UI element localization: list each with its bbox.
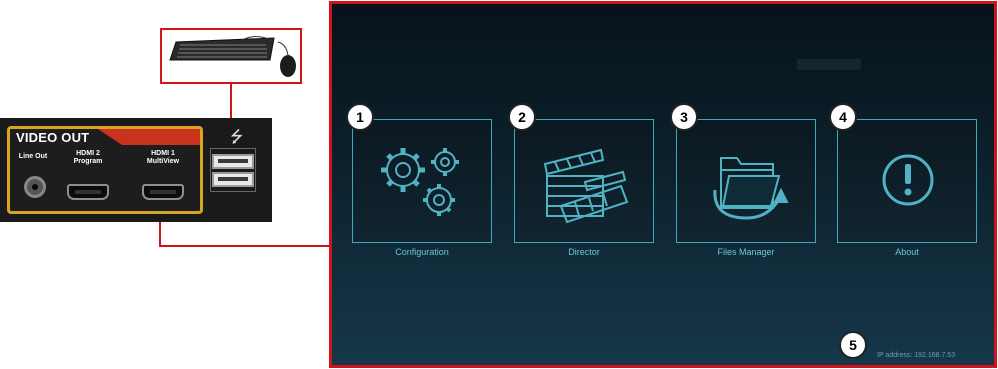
info-exclamation-icon: [882, 154, 934, 206]
hdmi2-port: [67, 184, 109, 200]
video-out-frame: VIDEO OUT Line Out HDMI 2 Program HDMI 1…: [7, 126, 203, 214]
callout-badge-5: 5: [839, 331, 867, 359]
hdmi2-label: HDMI 2 Program: [73, 150, 103, 165]
callout-badge-2: 2: [508, 103, 536, 131]
callout-badge-3: 3: [670, 103, 698, 131]
configuration-label: Configuration: [395, 247, 449, 257]
screen-title-placeholder: [797, 59, 861, 70]
keyboard-mouse-callout: [160, 28, 302, 84]
folder-icon: [713, 157, 789, 220]
about-label: About: [895, 247, 919, 257]
main-menu-screen: Configuration 1 Director 2 Files Manager…: [329, 1, 997, 368]
clapperboard-icon: [543, 148, 629, 224]
files-manager-label: Files Manager: [717, 247, 775, 257]
video-out-panel: VIDEO OUT Line Out HDMI 2 Program HDMI 1…: [0, 118, 272, 222]
files-manager-tile[interactable]: [676, 119, 816, 243]
ip-address-text: IP address: 192.168.7.53: [877, 352, 956, 359]
director-tile[interactable]: [514, 119, 654, 243]
line-out-jack: [24, 176, 46, 198]
hdmi1-label: HDMI 1 MultiView: [146, 150, 180, 165]
configuration-tile[interactable]: [352, 119, 492, 243]
about-tile[interactable]: [837, 119, 977, 243]
director-label: Director: [568, 247, 600, 257]
callout-badge-4: 4: [829, 103, 857, 131]
callout-badge-1: 1: [346, 103, 374, 131]
connector-line: [159, 222, 161, 246]
usb-housing: [210, 148, 256, 192]
gears-icon: [381, 148, 459, 216]
hdmi1-port: [142, 184, 184, 200]
connector-line: [159, 245, 331, 247]
keyboard-mouse-icon: [169, 36, 296, 77]
line-out-label: Line Out: [18, 153, 48, 160]
